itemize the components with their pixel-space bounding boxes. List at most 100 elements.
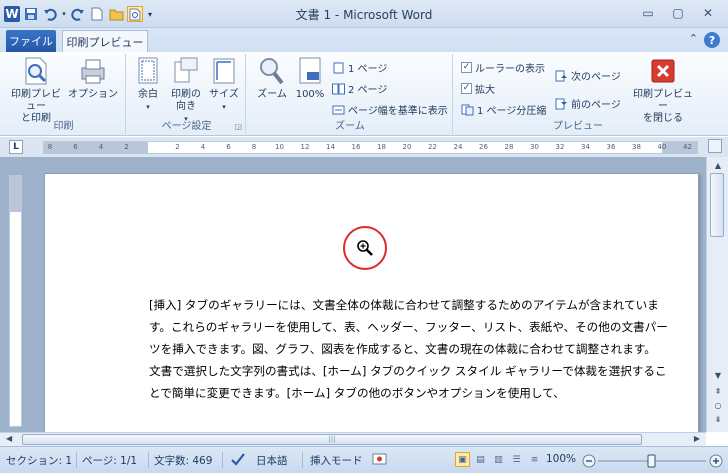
vertical-scrollbar[interactable]: ▲ ▼ ⇞ ○ ⇟ [706, 157, 728, 432]
group-preview: ✓ ルーラーの表示 ✓ 拡大 1 ページ分圧縮 次のページ 前のページ 印刷プレ… [455, 54, 701, 134]
shrink-one-page-label: 1 ページ分圧縮 [477, 106, 547, 117]
ruler-left-margin [44, 142, 148, 153]
scroll-right-icon[interactable]: ▶ [694, 434, 700, 443]
print-preview-and-print-button[interactable]: 印刷プレビュー と印刷 [8, 56, 64, 125]
macro-record-icon[interactable] [372, 452, 387, 469]
zoom-100-icon [299, 57, 321, 84]
zoom-slider-thumb[interactable] [647, 454, 656, 468]
orientation-label: 印刷の 向き [171, 89, 201, 112]
size-button[interactable]: サイズ ▾ [208, 56, 240, 113]
draft-view-icon[interactable]: ≡ [527, 452, 542, 467]
prev-page-button[interactable]: 前のページ [555, 96, 621, 111]
horizontal-scrollbar[interactable]: ◀ ||| ▶ [0, 432, 706, 446]
printer-options-icon [81, 59, 105, 84]
two-pages-label: 2 ページ [348, 85, 388, 96]
browse-object-icon[interactable]: ○ [711, 399, 725, 411]
shrink-one-page-button[interactable]: 1 ページ分圧縮 [461, 102, 546, 117]
tab-print-preview[interactable]: 印刷プレビュー [62, 30, 148, 53]
ruler-tick-label: 4 [98, 143, 104, 151]
vertical-ruler-top-margin [10, 176, 21, 212]
print-layout-view-icon[interactable]: ▣ [455, 452, 470, 467]
status-language[interactable]: 日本語 [256, 453, 288, 468]
magnifier-highlight-circle [343, 226, 387, 270]
ribbon-collapse-icon[interactable]: ⌃ [689, 32, 698, 48]
orientation-button[interactable]: 印刷の 向き ▾ [168, 56, 204, 125]
zoom-magnifier-icon [260, 58, 284, 85]
status-page[interactable]: ページ: 1/1 [82, 453, 137, 468]
size-label: サイズ [209, 89, 239, 100]
horizontal-ruler[interactable]: 8 6 4 2 2 4 6 8 10 12 14 16 18 20 22 24 26 28 30 32 34 36 38 40… [43, 141, 698, 154]
ruler-tick-label: 8 [47, 143, 53, 151]
zoom-100-button[interactable]: 100% [292, 56, 328, 101]
group-page-setup-label: ページ設定 [161, 121, 212, 132]
status-word-count[interactable]: 文字数: 469 [154, 453, 212, 468]
ribbon-tab-row: ファイル 印刷プレビュー ⌃ ? [0, 28, 728, 53]
show-ruler-checkbox[interactable]: ✓ ルーラーの表示 [461, 60, 545, 75]
full-screen-reading-view-icon[interactable]: ▤ [473, 452, 488, 467]
vertical-scroll-thumb[interactable] [710, 173, 724, 237]
magnifier-check-icon: ✓ [461, 83, 472, 94]
ruler-tick-label: 6 [226, 143, 231, 151]
status-section[interactable]: セクション: 1 [6, 453, 72, 468]
ruler-tick-label: 4 [200, 143, 206, 151]
help-icon[interactable]: ? [704, 32, 720, 48]
group-page-setup: 余白 ▾ 印刷の 向き ▾ サイズ ▾ ページ設定 ◲ [128, 54, 246, 134]
status-divider [148, 452, 149, 468]
print-preview-icon [25, 57, 47, 85]
window-controls: ▭ ▢ ✕ [636, 3, 720, 23]
margins-button[interactable]: 余白 ▾ [132, 56, 164, 113]
close-preview-button[interactable]: 印刷プレビュー を閉じる [631, 56, 695, 125]
web-layout-view-icon[interactable]: ▥ [491, 452, 506, 467]
minimize-icon[interactable]: ▭ [636, 3, 660, 23]
status-bar: セクション: 1 ページ: 1/1 文字数: 469 日本語 挿入モード ▣ ▤… [0, 446, 728, 473]
ruler-tick-label: 14 [326, 143, 335, 151]
document-page[interactable]: [挿入] タブのギャラリーには、文書全体の体裁に合わせて調整するためのアイテムが… [44, 173, 699, 435]
close-icon[interactable]: ✕ [696, 3, 720, 23]
margins-dropdown-icon: ▾ [146, 103, 150, 111]
next-page-button[interactable]: 次のページ [555, 68, 621, 83]
next-page-icon [555, 70, 567, 81]
ruler-tick-label: 2 [124, 143, 129, 151]
next-page-label: 次のページ [571, 72, 621, 83]
margins-icon [138, 57, 158, 84]
vertical-ruler[interactable] [9, 175, 22, 427]
ruler-tick-label: 38 [632, 143, 641, 151]
maximize-icon[interactable]: ▢ [666, 3, 690, 23]
zoom-button[interactable]: ズーム [252, 56, 292, 101]
view-ruler-toggle-icon[interactable] [708, 139, 722, 153]
status-insert-mode[interactable]: 挿入モード [310, 453, 363, 468]
next-page-scroll-icon[interactable]: ⇟ [711, 413, 725, 425]
ruler-tick-label: 22 [428, 143, 437, 151]
page-setup-launcher-icon[interactable]: ◲ [234, 122, 242, 131]
show-ruler-check-icon: ✓ [461, 62, 472, 73]
status-divider [222, 452, 223, 468]
ruler-tick-label: 26 [479, 143, 488, 151]
orientation-icon [174, 57, 198, 83]
size-dropdown-icon: ▾ [222, 103, 226, 111]
options-button[interactable]: オプション [68, 56, 118, 101]
ruler-tick-label: 8 [251, 143, 257, 151]
proofing-icon[interactable] [230, 451, 246, 470]
document-area: [挿入] タブのギャラリーには、文書全体の体裁に合わせて調整するためのアイテムが… [0, 157, 706, 435]
outline-view-icon[interactable]: ☰ [509, 452, 524, 467]
prev-page-icon [555, 98, 567, 109]
page-size-icon [213, 58, 235, 84]
page-width-button[interactable]: ページ幅を基準に表示 [332, 102, 448, 117]
scroll-down-icon[interactable]: ▼ [711, 369, 725, 381]
show-ruler-label: ルーラーの表示 [475, 64, 545, 75]
one-page-button[interactable]: 1 ページ [332, 60, 387, 75]
tab-file[interactable]: ファイル [6, 30, 56, 52]
scroll-left-icon[interactable]: ◀ [6, 434, 12, 443]
ruler-tick-label: 42 [683, 143, 692, 151]
tab-selector-button[interactable]: L [9, 140, 23, 154]
ribbon: 印刷プレビュー と印刷 オプション 印刷 余白 ▾ 印刷の 向き ▾ サイズ ▾… [0, 52, 728, 136]
two-pages-button[interactable]: 2 ページ [332, 81, 387, 96]
scroll-up-icon[interactable]: ▲ [711, 159, 725, 171]
magnifier-cursor-icon [357, 240, 373, 256]
horizontal-scroll-thumb[interactable]: ||| [22, 434, 642, 445]
status-zoom-level[interactable]: 100% [546, 453, 576, 465]
magnifier-checkbox[interactable]: ✓ 拡大 [461, 81, 495, 96]
ruler-tick-label: 34 [581, 143, 590, 151]
previous-page-scroll-icon[interactable]: ⇞ [711, 385, 725, 397]
zoom-slider[interactable] [582, 453, 724, 469]
